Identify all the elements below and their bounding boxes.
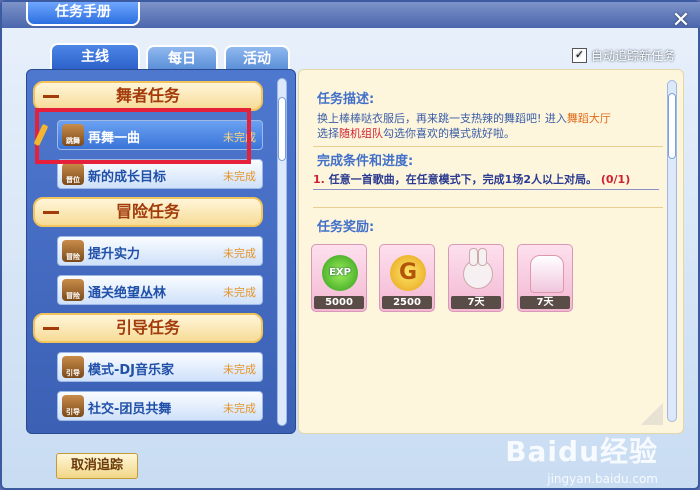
task-description: 换上棒棒哒衣服后，再来跳一支热辣的舞蹈吧! 进入舞蹈大厅 选择随机组队勾选你喜欢… xyxy=(317,111,657,141)
task-detail-panel: 任务描述: 换上棒棒哒衣服后，再来跳一支热辣的舞蹈吧! 进入舞蹈大厅 选择随机组… xyxy=(298,69,684,434)
conditions-heading: 完成条件和进度: xyxy=(317,154,414,169)
category-label: 引导任务 xyxy=(115,318,180,337)
category-adventure[interactable]: 冒险任务 xyxy=(33,197,263,227)
exp-icon: EXP xyxy=(322,255,358,291)
description-text: 换上棒棒哒衣服后，再来跳一支热辣的舞蹈吧! 进入 xyxy=(317,112,567,125)
category-guide[interactable]: 引导任务 xyxy=(33,313,263,343)
description-highlight: 舞蹈大厅 xyxy=(566,112,611,125)
task-item[interactable]: 冒险 通关绝望丛林 未完成 xyxy=(57,275,263,305)
collapse-icon xyxy=(43,211,59,214)
tab-main[interactable]: 主线 xyxy=(50,43,140,71)
divider xyxy=(313,207,663,208)
guide-task-icon: 引导 xyxy=(62,356,84,378)
reward-quantity: 7天 xyxy=(520,296,570,309)
reward-item[interactable]: EXP 5000 xyxy=(311,244,367,312)
task-item[interactable]: 冒险 提升实力 未完成 xyxy=(57,236,263,266)
guide-task-icon: 引导 xyxy=(62,395,84,417)
window-title: 任务手册 xyxy=(26,2,140,26)
reward-item[interactable]: 7天 xyxy=(517,244,573,312)
task-status: 未完成 xyxy=(223,286,256,299)
cancel-tracking-button[interactable]: 取消追踪 xyxy=(56,453,138,479)
auto-track-label: 自动追踪新任务 xyxy=(591,49,676,63)
description-text: 选择 xyxy=(317,127,339,140)
reward-heading: 任务奖励: xyxy=(317,220,375,235)
category-dancer[interactable]: 舞者任务 xyxy=(33,81,263,111)
condition-number: 1. xyxy=(313,173,325,186)
reward-quantity: 7天 xyxy=(451,296,501,309)
task-manual-window: 任务手册 ✕ 主线 每日 活动 ✓ 自动追踪新任务 舞者任务 跳舞 再舞一曲 未… xyxy=(0,0,700,490)
task-name: 通关绝望丛林 xyxy=(88,286,167,301)
tab-daily[interactable]: 每日 xyxy=(146,45,218,69)
category-label: 冒险任务 xyxy=(115,202,180,221)
condition-row: 1. 任意一首歌曲，在任意模式下，完成1场2人以上对局。 (0/1) xyxy=(313,171,659,190)
task-list-scrollbar[interactable] xyxy=(277,78,287,426)
outfit-icon xyxy=(530,255,564,293)
reward-item[interactable]: G 2500 xyxy=(379,244,435,312)
task-status: 未完成 xyxy=(223,402,256,415)
task-status: 未完成 xyxy=(223,363,256,376)
gold-coin-icon: G xyxy=(390,255,426,291)
task-item[interactable]: 引导 模式-DJ音乐家 未完成 xyxy=(57,352,263,382)
adventure-task-icon: 冒险 xyxy=(62,240,84,262)
description-text: 勾选你喜欢的模式就好啦。 xyxy=(383,127,515,140)
condition-progress: (0/1) xyxy=(600,173,631,186)
bunny-headwear-icon xyxy=(463,248,493,289)
task-name: 模式-DJ音乐家 xyxy=(88,363,175,378)
description-highlight: 随机组队 xyxy=(339,127,383,140)
tab-event[interactable]: 活动 xyxy=(224,45,290,69)
reward-item[interactable]: 7天 xyxy=(448,244,504,312)
page-curl-icon xyxy=(641,403,663,425)
task-status: 未完成 xyxy=(223,247,256,260)
task-name: 提升实力 xyxy=(88,247,141,262)
task-name: 社交-团员共舞 xyxy=(88,402,172,417)
collapse-icon xyxy=(43,95,59,98)
close-icon[interactable]: ✕ xyxy=(670,10,692,32)
divider xyxy=(313,146,663,147)
rank-task-icon: 晋位 xyxy=(62,163,84,185)
condition-text: 任意一首歌曲，在任意模式下，完成1场2人以上对局。 xyxy=(328,173,597,186)
task-item[interactable]: 引导 社交-团员共舞 未完成 xyxy=(57,391,263,421)
scrollbar-thumb[interactable] xyxy=(668,93,676,159)
reward-quantity: 5000 xyxy=(314,296,364,309)
category-label: 舞者任务 xyxy=(115,86,180,105)
detail-scrollbar[interactable] xyxy=(667,80,677,422)
collapse-icon xyxy=(43,327,59,330)
auto-track-checkbox[interactable]: ✓ xyxy=(572,48,587,63)
task-name: 新的成长目标 xyxy=(88,170,167,185)
description-heading: 任务描述: xyxy=(317,92,375,107)
adventure-task-icon: 冒险 xyxy=(62,279,84,301)
reward-quantity: 2500 xyxy=(382,296,432,309)
watermark-brand: Baidu经验 xyxy=(505,435,658,468)
task-status: 未完成 xyxy=(223,170,256,183)
selection-highlight-box xyxy=(35,108,251,164)
auto-track-option[interactable]: ✓ 自动追踪新任务 xyxy=(572,47,675,64)
scrollbar-thumb[interactable] xyxy=(278,97,286,161)
watermark-url: jingyan.baidu.com xyxy=(547,472,658,486)
